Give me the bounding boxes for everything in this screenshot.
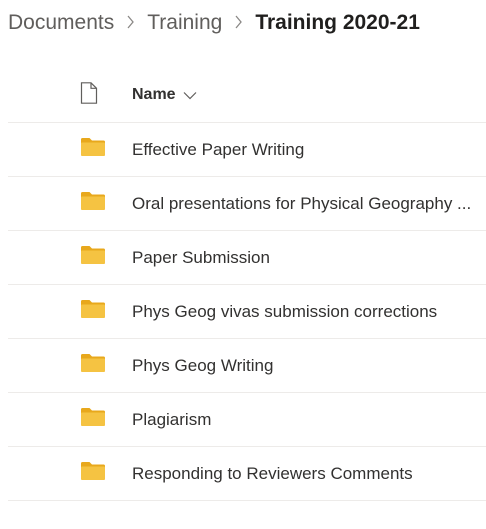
breadcrumb-training[interactable]: Training <box>147 11 222 35</box>
folder-name[interactable]: Paper Submission <box>132 248 270 268</box>
list-item[interactable]: Plagiarism <box>8 393 486 447</box>
name-column-label: Name <box>132 86 176 103</box>
list-item[interactable]: Responding to Reviewers Comments <box>8 447 486 501</box>
folder-name[interactable]: Oral presentations for Physical Geograph… <box>132 194 471 214</box>
folder-icon <box>80 191 106 216</box>
list-item[interactable]: Oral presentations for Physical Geograph… <box>8 177 486 231</box>
chevron-right-icon <box>126 15 135 32</box>
list-item[interactable]: Effective Paper Writing <box>8 123 486 177</box>
list-item[interactable]: Phys Geog vivas submission corrections <box>8 285 486 339</box>
breadcrumb-current: Training 2020-21 <box>255 11 420 34</box>
folder-name[interactable]: Plagiarism <box>132 410 211 430</box>
folder-name[interactable]: Effective Paper Writing <box>132 140 304 160</box>
folder-icon <box>80 407 106 432</box>
chevron-down-icon <box>183 91 197 100</box>
folder-icon <box>80 299 106 324</box>
folder-name[interactable]: Phys Geog Writing <box>132 356 273 376</box>
file-type-icon[interactable] <box>80 81 98 109</box>
list-item[interactable]: Phys Geog Writing <box>8 339 486 393</box>
file-list: Name Effective Paper Writing Oral present… <box>8 68 486 501</box>
folder-icon <box>80 461 106 486</box>
list-rows: Effective Paper Writing Oral presentation… <box>8 123 486 501</box>
list-header: Name <box>8 68 486 123</box>
breadcrumb: Documents Training Training 2020-21 <box>8 8 420 38</box>
folder-name[interactable]: Phys Geog vivas submission corrections <box>132 302 437 322</box>
folder-icon <box>80 137 106 162</box>
folder-icon <box>80 245 106 270</box>
folder-icon <box>80 353 106 378</box>
folder-name[interactable]: Responding to Reviewers Comments <box>132 464 413 484</box>
list-item[interactable]: Paper Submission <box>8 231 486 285</box>
name-column-header[interactable]: Name <box>132 86 197 104</box>
chevron-right-icon <box>234 15 243 32</box>
breadcrumb-documents[interactable]: Documents <box>8 11 114 35</box>
